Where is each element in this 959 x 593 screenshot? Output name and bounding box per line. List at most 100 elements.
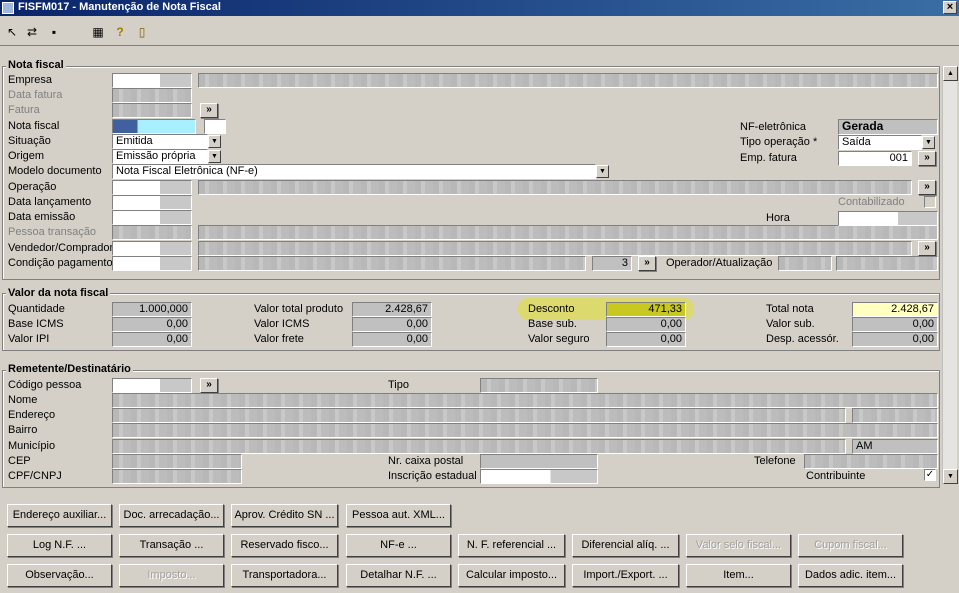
operacao-more-button[interactable]: » — [918, 180, 936, 195]
endereco-auxiliar-button[interactable]: Endereço auxiliar... — [7, 504, 112, 527]
vendedor-code-field[interactable] — [112, 241, 192, 256]
import-export-button[interactable]: Import./Export. ... — [572, 564, 679, 587]
quantidade-field: 1.000,000 — [112, 302, 192, 317]
modelo-dropdown-icon[interactable]: ▼ — [596, 165, 609, 178]
aprov-credito-sn-button[interactable]: Aprov. Crédito SN ... — [231, 504, 338, 527]
modelo-documento-select[interactable]: Nota Fiscal Eletrônica (NF-e) — [112, 164, 596, 179]
data-emissao-field[interactable] — [112, 210, 192, 225]
exit-icon[interactable]: ↖ — [4, 24, 20, 40]
hora-label: Hora — [766, 212, 790, 224]
dados-adic-item-button[interactable]: Dados adic. item... — [798, 564, 903, 587]
vendedor-label: Vendedor/Comprador — [8, 242, 114, 254]
operacao-label: Operação — [8, 181, 57, 193]
imposto-button: Imposto... — [119, 564, 224, 587]
situacao-select[interactable]: Emitida — [112, 134, 208, 149]
telefone-label: Telefone — [754, 455, 796, 467]
valor-sub-label: Valor sub. — [766, 318, 815, 330]
operador-field — [778, 256, 832, 271]
tipo-operacao-dropdown-icon[interactable]: ▼ — [922, 136, 935, 149]
valor-icms-field: 0,00 — [352, 317, 432, 332]
situacao-label: Situação — [8, 135, 51, 147]
valor-frete-label: Valor frete — [254, 333, 304, 345]
desp-acessor-label: Desp. acessór. — [766, 333, 839, 345]
valor-frete-field: 0,00 — [352, 332, 432, 347]
valor-total-produto-label: Valor total produto — [254, 303, 344, 315]
vendedor-more-button[interactable]: » — [918, 241, 936, 256]
cep-field — [112, 454, 242, 469]
transacao-button[interactable]: Transação ... — [119, 534, 224, 557]
empresa-code-field[interactable] — [112, 73, 192, 88]
hora-field[interactable] — [838, 211, 938, 226]
help-icon[interactable]: ? — [112, 24, 128, 40]
vendedor-name-field — [198, 241, 912, 256]
emp-fatura-field[interactable]: 001 — [838, 151, 912, 166]
contribuinte-checkbox[interactable]: ✓ — [924, 469, 936, 481]
doc-arrecadacao-button[interactable]: Doc. arrecadação... — [119, 504, 224, 527]
cupom-fiscal-button: Cupom fiscal... — [798, 534, 903, 557]
nf-referencial-button[interactable]: N. F. referencial ... — [458, 534, 565, 557]
item-button[interactable]: Item... — [686, 564, 791, 587]
fatura-label: Fatura — [8, 104, 40, 116]
operacao-code-field[interactable] — [112, 180, 192, 195]
municipio-field — [112, 439, 846, 454]
reservado-fisco-button[interactable]: Reservado fisco... — [231, 534, 338, 557]
desconto-field: 471,33 — [606, 302, 686, 317]
condicao-pagamento-label: Condição pagamento — [8, 257, 113, 269]
pessoa-aut-xml-button[interactable]: Pessoa aut. XML... — [346, 504, 451, 527]
calcular-imposto-button[interactable]: Calcular imposto... — [458, 564, 565, 587]
save-icon[interactable]: ▪ — [46, 24, 62, 40]
refresh-icon[interactable]: ⇄ — [24, 24, 40, 40]
codigo-pessoa-field[interactable] — [112, 378, 192, 393]
calculator-icon[interactable]: ▦ — [90, 24, 106, 40]
transportadora-button[interactable]: Transportadora... — [231, 564, 338, 587]
valor-ipi-label: Valor IPI — [8, 333, 50, 345]
vertical-scrollbar[interactable]: ▲ ▼ — [942, 66, 958, 484]
scroll-up-icon[interactable]: ▲ — [943, 66, 958, 81]
tipo-operacao-label: Tipo operação * — [740, 136, 818, 148]
condicao-desc-field — [198, 256, 586, 271]
situacao-dropdown-icon[interactable]: ▼ — [208, 135, 221, 148]
window-title: FISFM017 - Manutenção de Nota Fiscal — [18, 1, 221, 13]
base-sub-label: Base sub. — [528, 318, 577, 330]
emp-fatura-more-button[interactable]: » — [918, 151, 936, 166]
origem-select[interactable]: Emissão própria — [112, 149, 208, 164]
condicao-code-field[interactable] — [112, 256, 192, 271]
nf-eletronica-status: Gerada — [838, 119, 938, 135]
nota-fiscal-serie-field[interactable] — [204, 119, 226, 134]
scroll-down-icon[interactable]: ▼ — [943, 469, 958, 484]
nota-fiscal-number-field[interactable] — [112, 119, 196, 134]
fatura-more-button[interactable]: » — [200, 103, 218, 118]
atualizacao-field — [836, 256, 938, 271]
pessoa-transacao-field — [112, 225, 192, 240]
log-nf-button[interactable]: Log N.F. ... — [7, 534, 112, 557]
detalhar-nf-button[interactable]: Detalhar N.F. ... — [346, 564, 451, 587]
valor-seguro-field: 0,00 — [606, 332, 686, 347]
codigo-pessoa-label: Código pessoa — [8, 379, 82, 391]
data-fatura-field — [112, 88, 192, 103]
condicao-more-button[interactable]: » — [638, 256, 656, 271]
base-icms-field: 0,00 — [112, 317, 192, 332]
diferencial-aliq-button[interactable]: Diferencial alíq. ... — [572, 534, 679, 557]
base-sub-field: 0,00 — [606, 317, 686, 332]
caixa-postal-label: Nr. caixa postal — [388, 455, 464, 467]
title-bar: FISFM017 - Manutenção de Nota Fiscal × — [0, 0, 959, 16]
door-icon[interactable]: ▯ — [134, 24, 150, 40]
desp-acessor-field: 0,00 — [852, 332, 938, 347]
desconto-label: Desconto — [528, 303, 575, 315]
codigo-pessoa-more-button[interactable]: » — [200, 378, 218, 393]
operacao-desc-field — [198, 180, 912, 195]
origem-dropdown-icon[interactable]: ▼ — [208, 150, 221, 163]
valor-seguro-label: Valor seguro — [528, 333, 590, 345]
pessoa-transacao-name-field — [198, 225, 938, 240]
tipo-operacao-select[interactable]: Saída — [838, 135, 922, 150]
remetente-title: Remetente/Destinatário — [6, 363, 133, 375]
data-lancamento-field[interactable] — [112, 195, 192, 210]
modelo-documento-label: Modelo documento — [8, 165, 102, 177]
contribuinte-label: Contribuinte — [806, 470, 866, 482]
pessoa-transacao-label: Pessoa transação — [8, 226, 97, 238]
close-button[interactable]: × — [943, 1, 957, 14]
nf-e-button[interactable]: NF-e ... — [346, 534, 451, 557]
valor-nota-title: Valor da nota fiscal — [6, 287, 111, 299]
observacao-button[interactable]: Observação... — [7, 564, 112, 587]
caixa-postal-field — [480, 454, 598, 469]
